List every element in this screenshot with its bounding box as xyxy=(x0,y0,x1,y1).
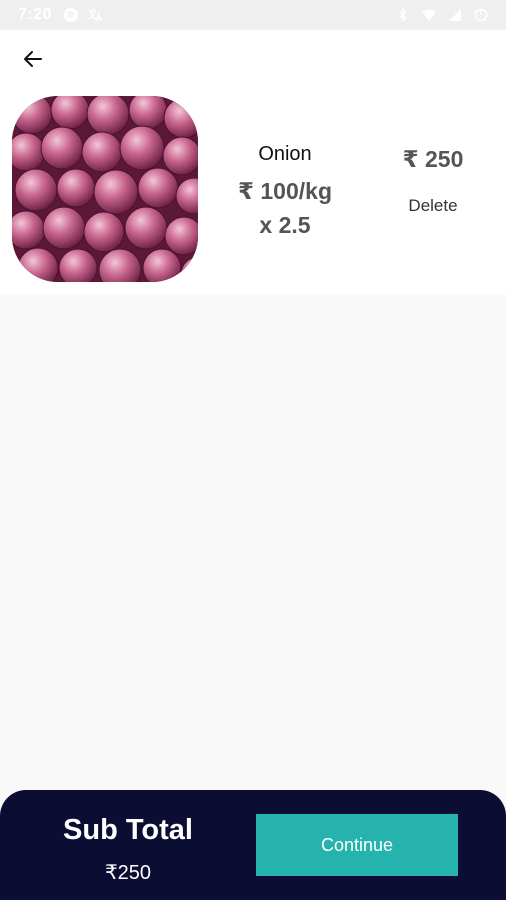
checkout-bar: Sub Total ₹250 Continue xyxy=(0,790,506,900)
subtotal-value: ₹250 xyxy=(104,862,152,884)
cart-item: Onion ₹ 100/kg x 2.5 ₹ 250 Delete xyxy=(0,86,506,294)
subtotal-label: Sub Total xyxy=(63,814,193,846)
battery-icon xyxy=(474,8,488,22)
status-bar: 7:20 xyxy=(0,0,506,30)
cell-signal-icon xyxy=(449,9,461,21)
empty-content-area xyxy=(0,294,506,790)
status-system-icons xyxy=(396,8,488,22)
product-rate: ₹ 100/kg xyxy=(238,178,332,204)
product-total: ₹ 250 xyxy=(402,146,464,172)
continue-button[interactable]: Continue xyxy=(256,814,458,876)
status-notification-icons xyxy=(64,8,102,22)
spotify-icon xyxy=(64,8,79,22)
app-header xyxy=(0,30,506,86)
status-time: 7:20 xyxy=(18,6,53,23)
delete-button[interactable]: Delete xyxy=(392,196,474,216)
product-quantity: x 2.5 xyxy=(259,212,311,238)
product-name: Onion xyxy=(258,143,312,165)
back-button[interactable] xyxy=(18,44,48,74)
translate-icon xyxy=(88,9,102,22)
wifi-icon xyxy=(422,9,436,21)
onion-photo xyxy=(12,96,198,282)
bluetooth-icon xyxy=(399,8,407,22)
product-image xyxy=(12,96,198,282)
arrow-left-icon xyxy=(24,51,42,67)
